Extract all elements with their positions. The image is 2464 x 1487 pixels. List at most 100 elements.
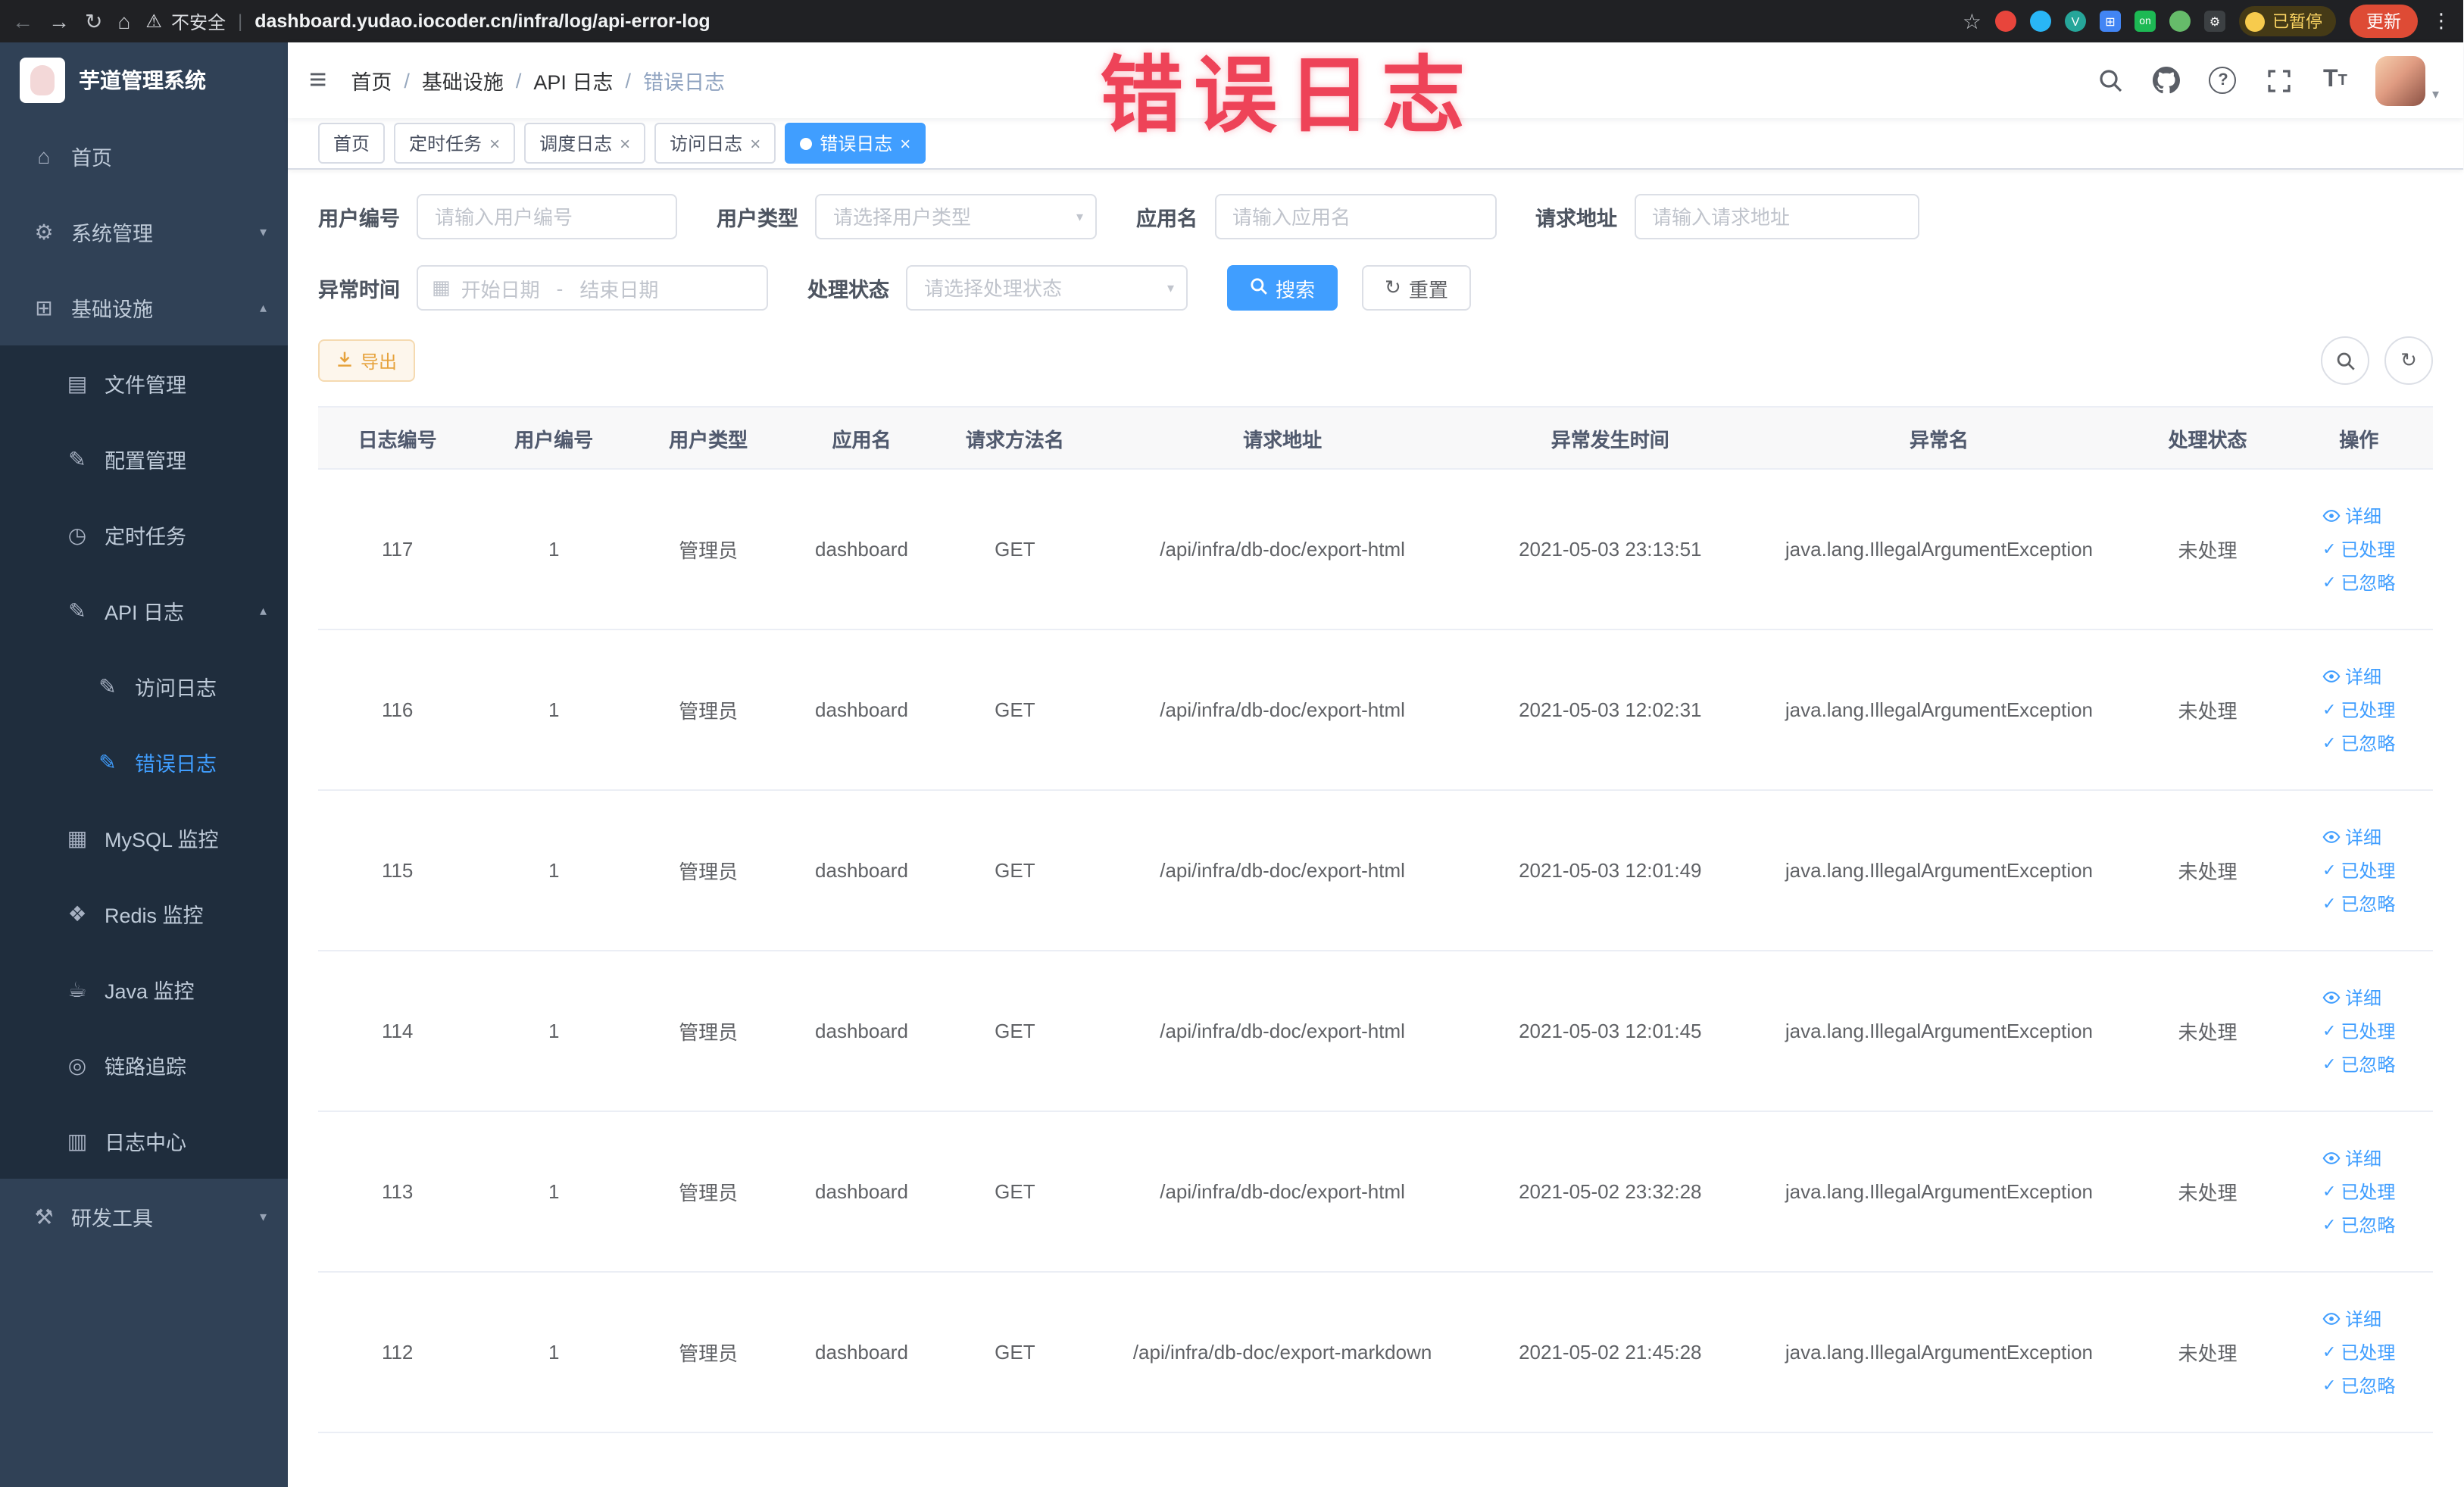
- browser-actions: ☆ V ⊞ on ⚙ 已暂停 更新 ⋮: [1963, 5, 2451, 38]
- back-icon[interactable]: ←: [12, 11, 33, 32]
- sidebar-item-home[interactable]: ⌂ 首页: [0, 118, 288, 194]
- detail-link[interactable]: 详细: [2322, 1145, 2381, 1171]
- close-icon[interactable]: ×: [750, 134, 760, 152]
- sidebar-logo[interactable]: 芋道管理系统: [0, 42, 288, 118]
- sidebar-item-redis[interactable]: ❖ Redis 监控: [0, 876, 288, 951]
- cell-exception-name: java.lang.IllegalArgumentException: [1747, 1272, 2131, 1433]
- reset-button[interactable]: ↻ 重置: [1362, 265, 1471, 311]
- mark-processed-link[interactable]: ✓ 已处理: [2322, 858, 2395, 883]
- security-label[interactable]: 不安全: [171, 8, 226, 34]
- extension-icon-blue-drop[interactable]: [2030, 11, 2051, 32]
- browser-menu-icon[interactable]: ⋮: [2431, 9, 2451, 33]
- logo-title: 芋道管理系统: [79, 68, 206, 92]
- request-url-input[interactable]: [1634, 194, 1919, 239]
- breadcrumb: 首页 / 基础设施 / API 日志 / 错误日志: [351, 65, 725, 95]
- extension-icon-grid[interactable]: ⊞: [2100, 11, 2121, 32]
- browser-update-button[interactable]: 更新: [2350, 5, 2418, 38]
- extension-icon-on-badge[interactable]: on: [2135, 11, 2156, 32]
- detail-link[interactable]: 详细: [2322, 664, 2381, 689]
- user-type-select[interactable]: [815, 194, 1097, 239]
- avatar[interactable]: [2375, 55, 2426, 105]
- breadcrumb-current: 错误日志: [642, 71, 725, 94]
- github-icon[interactable]: [2152, 65, 2182, 95]
- user-menu[interactable]: ▾: [2375, 55, 2439, 105]
- sidebar-item-job[interactable]: ◷ 定时任务: [0, 497, 288, 573]
- sidebar-item-config[interactable]: ✎ 配置管理: [0, 421, 288, 497]
- check-icon: ✓: [2322, 895, 2337, 914]
- cell-app-name: dashboard: [785, 469, 938, 630]
- sidebar-item-error-log[interactable]: ✎ 错误日志: [0, 724, 288, 800]
- close-icon[interactable]: ×: [620, 134, 630, 152]
- mark-processed-link[interactable]: ✓ 已处理: [2322, 1339, 2395, 1365]
- col-app-name: 应用名: [785, 406, 938, 470]
- tag-home[interactable]: 首页: [318, 123, 386, 164]
- extensions-puzzle-icon[interactable]: ⚙: [2204, 11, 2225, 32]
- help-icon[interactable]: ?: [2208, 65, 2238, 95]
- address-bar[interactable]: ⚠ 不安全 | dashboard.yudao.iocoder.cn/infra…: [145, 8, 710, 34]
- process-status-select[interactable]: [906, 265, 1188, 311]
- search-icon[interactable]: [2096, 65, 2126, 95]
- toggle-search-icon[interactable]: [2321, 336, 2369, 385]
- tag-job-log[interactable]: 调度日志 ×: [524, 123, 646, 164]
- extension-icon-green-v[interactable]: V: [2065, 11, 2086, 32]
- sidebar-item-api-log[interactable]: ✎ API 日志 ▴: [0, 573, 288, 648]
- tag-access-log[interactable]: 访问日志 ×: [654, 123, 776, 164]
- export-button[interactable]: 导出: [318, 339, 416, 382]
- mark-processed-link[interactable]: ✓ 已处理: [2322, 697, 2395, 723]
- breadcrumb-home[interactable]: 首页: [351, 65, 392, 95]
- cell-method: GET: [938, 1111, 1092, 1273]
- table-tools: ↻: [2321, 336, 2433, 385]
- detail-link[interactable]: 详细: [2322, 1306, 2381, 1332]
- user-id-input[interactable]: [417, 194, 677, 239]
- forward-icon[interactable]: →: [48, 11, 70, 32]
- tag-error-log[interactable]: 错误日志 ×: [785, 123, 926, 164]
- sidebar-item-java[interactable]: ☕ Java 监控: [0, 951, 288, 1027]
- mark-processed-link[interactable]: ✓ 已处理: [2322, 1018, 2395, 1044]
- sidebar-item-trace[interactable]: ◎ 链路追踪: [0, 1027, 288, 1103]
- app-name-input[interactable]: [1214, 194, 1496, 239]
- breadcrumb-infra[interactable]: 基础设施: [422, 65, 504, 95]
- tag-job[interactable]: 定时任务 ×: [394, 123, 516, 164]
- fullscreen-icon[interactable]: [2264, 65, 2294, 95]
- sidebar-item-file[interactable]: ▤ 文件管理: [0, 345, 288, 421]
- home-icon[interactable]: ⌂: [117, 11, 130, 32]
- mark-processed-link[interactable]: ✓ 已处理: [2322, 1179, 2395, 1204]
- detail-link[interactable]: 详细: [2322, 824, 2381, 850]
- profile-paused-badge[interactable]: 已暂停: [2239, 6, 2336, 36]
- bookmark-star-icon[interactable]: ☆: [1963, 11, 1982, 32]
- cell-user-id: 1: [476, 951, 632, 1112]
- font-size-icon[interactable]: TT: [2320, 65, 2350, 95]
- sidebar-item-system[interactable]: ⚙ 系统管理 ▾: [0, 194, 288, 270]
- mark-ignored-link[interactable]: ✓ 已忽略: [2322, 570, 2395, 595]
- sidebar-item-mysql[interactable]: ▦ MySQL 监控: [0, 800, 288, 876]
- hamburger-icon[interactable]: ≡: [309, 63, 326, 98]
- sidebar: 芋道管理系统 ⌂ 首页 ⚙ 系统管理 ▾ ⊞ 基础设施 ▴ ▤ 文件管理 ✎ 配…: [0, 42, 288, 1487]
- col-log-id: 日志编号: [318, 406, 477, 470]
- sidebar-item-access-log[interactable]: ✎ 访问日志: [0, 648, 288, 724]
- range-separator: -: [556, 276, 564, 299]
- sidebar-item-infra[interactable]: ⊞ 基础设施 ▴: [0, 270, 288, 345]
- sidebar-item-dev-tools[interactable]: ⚒ 研发工具 ▾: [0, 1179, 288, 1254]
- mark-ignored-link[interactable]: ✓ 已忽略: [2322, 891, 2395, 917]
- breadcrumb-api-log[interactable]: API 日志: [533, 65, 613, 95]
- mark-ignored-link[interactable]: ✓ 已忽略: [2322, 1373, 2395, 1398]
- url-text[interactable]: dashboard.yudao.iocoder.cn/infra/log/api…: [255, 11, 710, 32]
- date-range-picker[interactable]: ▦ 开始日期 - 结束日期: [417, 265, 768, 311]
- mark-ignored-link[interactable]: ✓ 已忽略: [2322, 730, 2395, 756]
- extension-icon-red[interactable]: [1995, 11, 2016, 32]
- refresh-icon[interactable]: ↻: [2384, 336, 2433, 385]
- detail-link[interactable]: 详细: [2322, 503, 2381, 529]
- mark-ignored-link[interactable]: ✓ 已忽略: [2322, 1051, 2395, 1077]
- detail-link[interactable]: 详细: [2322, 985, 2381, 1011]
- close-icon[interactable]: ×: [489, 134, 500, 152]
- close-icon[interactable]: ×: [900, 134, 910, 152]
- search-button[interactable]: 搜索: [1227, 265, 1338, 311]
- address-divider: |: [237, 11, 243, 32]
- sidebar-item-log-center[interactable]: ▥ 日志中心: [0, 1103, 288, 1179]
- mark-ignored-link[interactable]: ✓ 已忽略: [2322, 1212, 2395, 1238]
- mark-processed-link[interactable]: ✓ 已处理: [2322, 536, 2395, 562]
- extension-icon-leaf[interactable]: [2169, 11, 2191, 32]
- reload-icon[interactable]: ↻: [85, 11, 102, 32]
- eye-icon: [2322, 830, 2341, 844]
- eye-icon: [2322, 1151, 2341, 1165]
